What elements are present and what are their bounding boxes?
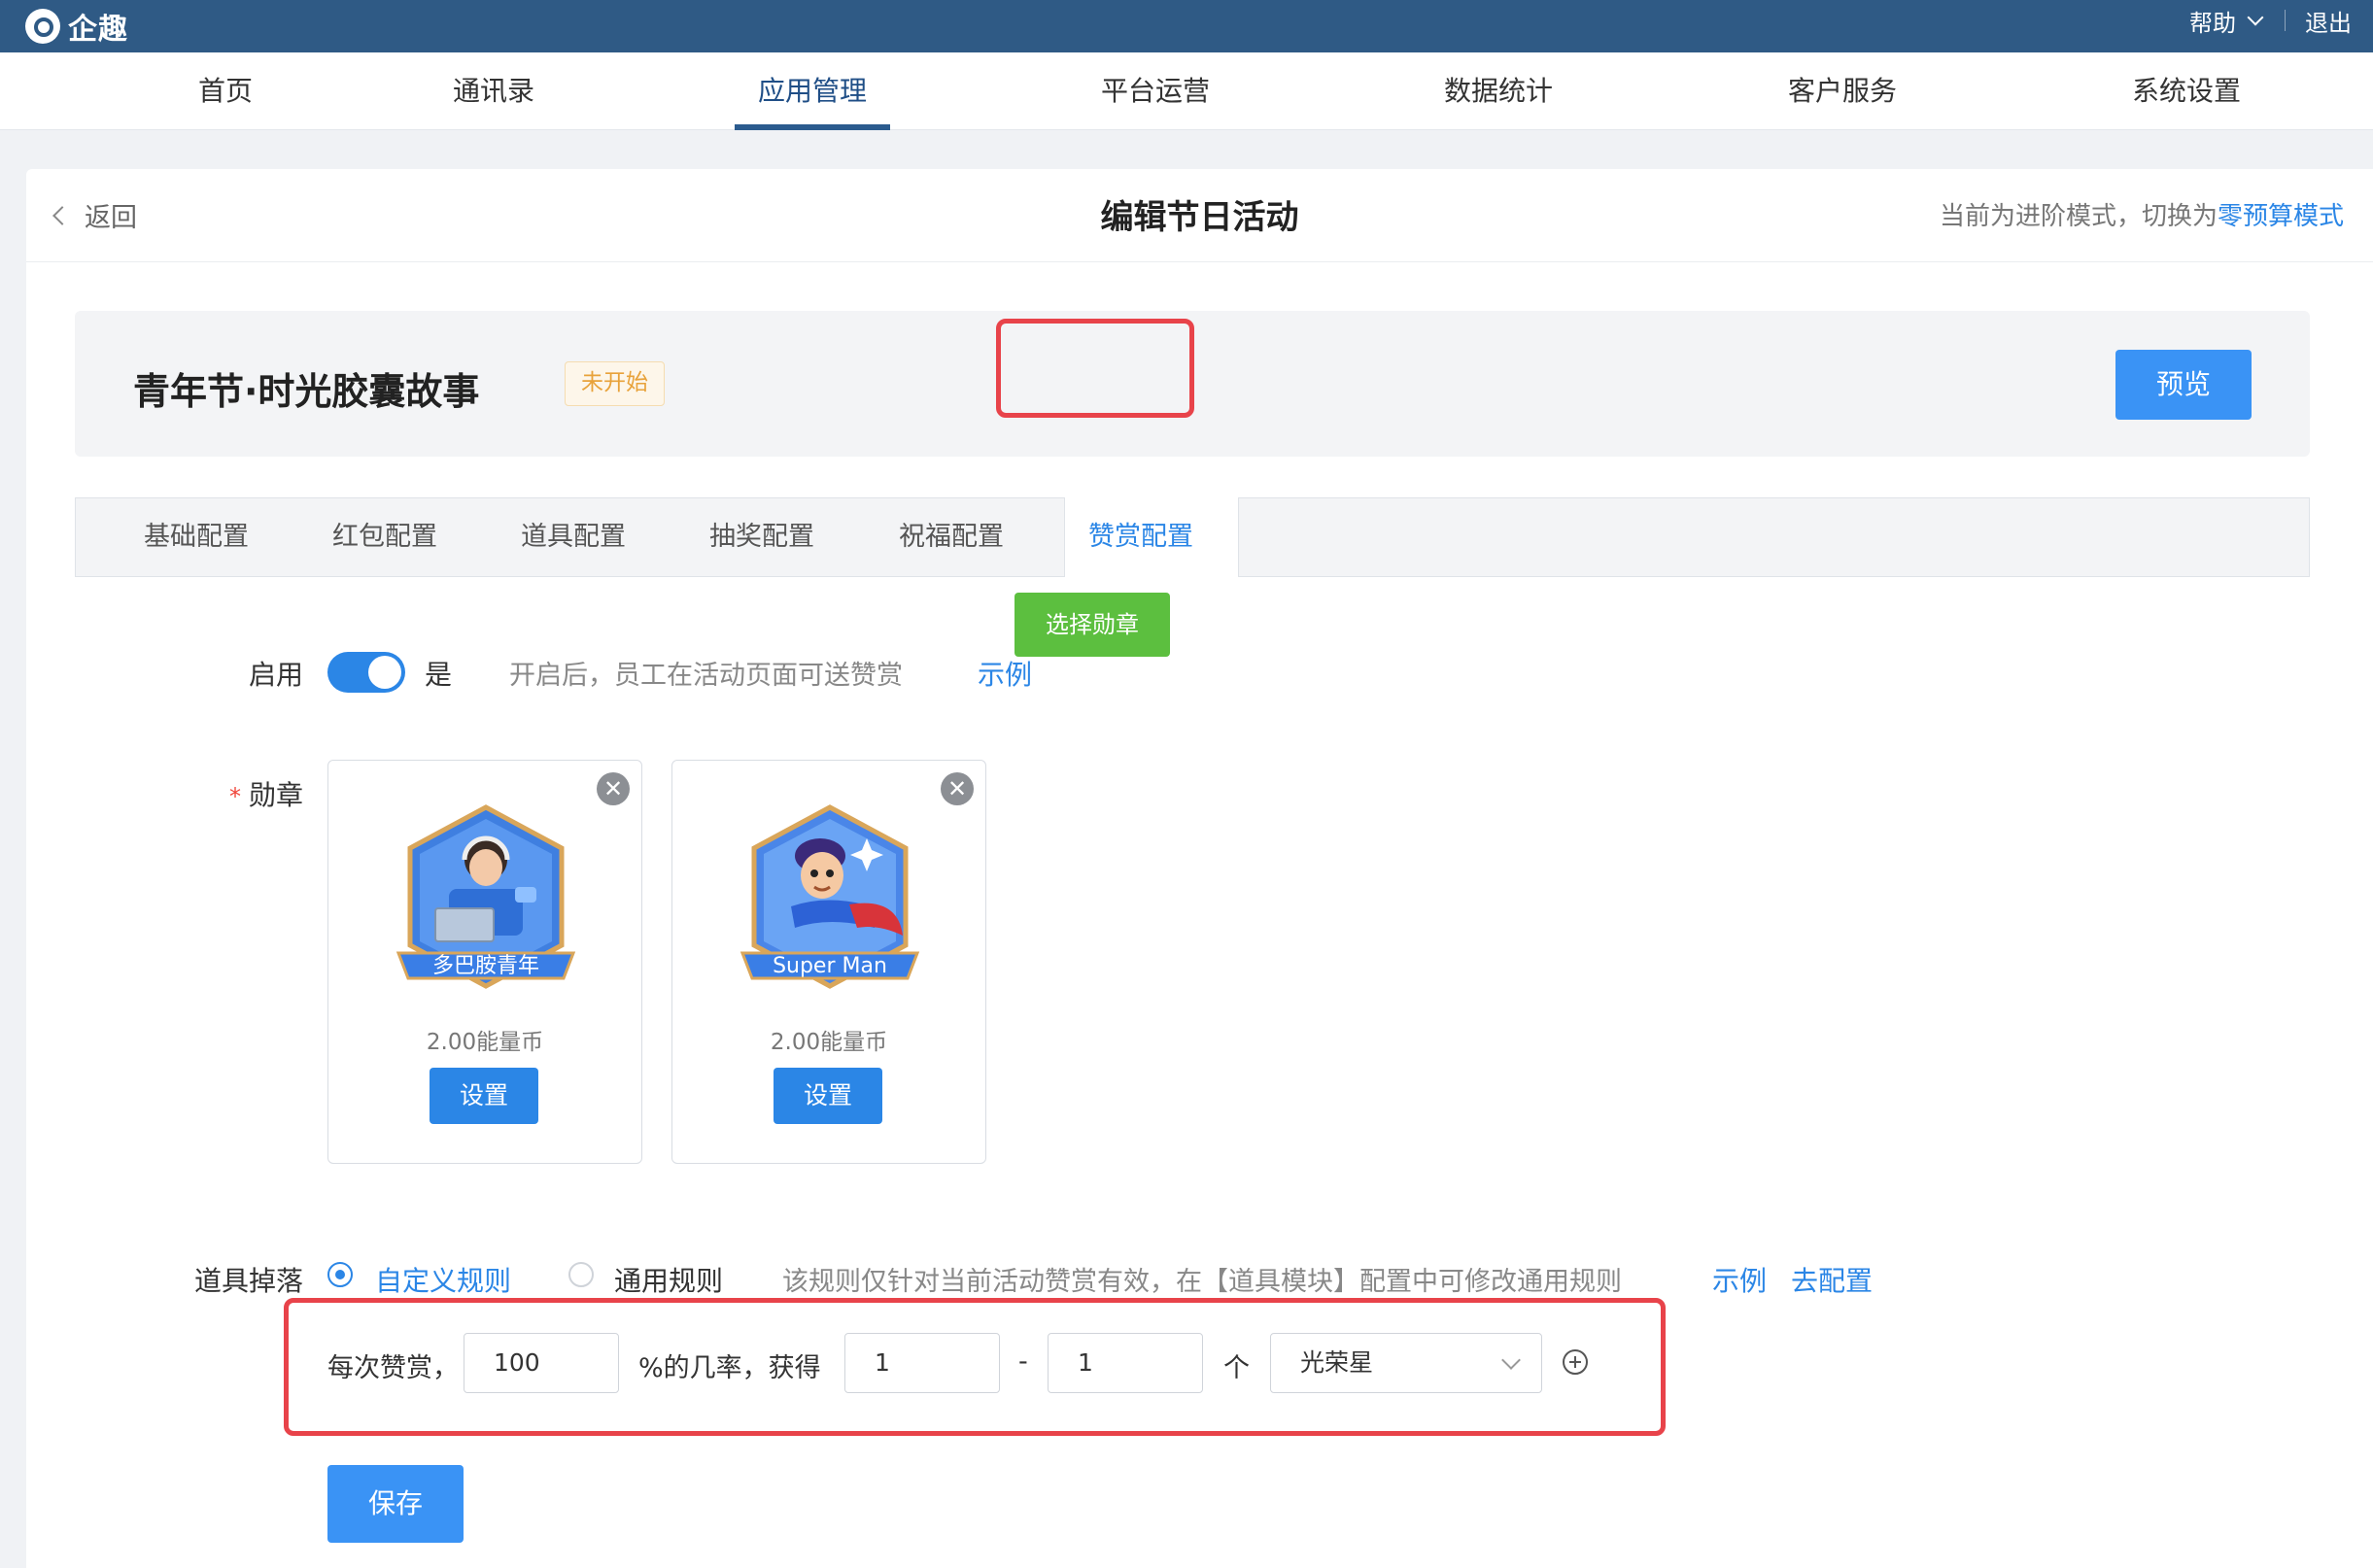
enable-hint: 开启后，员工在活动页面可送赞赏 [509, 661, 903, 691]
drop-example-link[interactable]: 示例 [1712, 1260, 1767, 1299]
tab-red-packet-config[interactable]: 红包配置 [332, 498, 437, 576]
preview-button[interactable]: 预览 [2115, 350, 2252, 420]
medal-settings-button[interactable]: 设置 [430, 1068, 538, 1124]
nav-item-settings[interactable]: 系统设置 [2132, 52, 2241, 130]
mode-text: 当前为进阶模式，切换为 [1939, 202, 2218, 231]
mode-switch: 当前为进阶模式，切换为零预算模式 [1940, 196, 2344, 232]
medal-settings-button[interactable]: 设置 [774, 1068, 882, 1124]
tab-lottery-config[interactable]: 抽奖配置 [709, 498, 814, 576]
medal-label: * 勋章 [229, 774, 303, 813]
tab-blessing-config[interactable]: 祝福配置 [899, 498, 1004, 576]
close-icon[interactable]: ✕ [597, 772, 630, 805]
highlight-frame-tab [996, 319, 1194, 418]
app-name: 企趣 [68, 13, 128, 47]
logout-link[interactable]: 退出 [2305, 4, 2352, 38]
add-circle-icon[interactable] [1563, 1349, 1588, 1375]
help-label: 帮助 [2189, 9, 2236, 37]
nav-item-home[interactable]: 首页 [198, 52, 253, 130]
tab-props-config[interactable]: 道具配置 [521, 498, 626, 576]
app-logo[interactable]: 企趣 [25, 6, 128, 47]
min-quantity-input[interactable]: 1 [844, 1333, 1000, 1393]
save-button[interactable]: 保存 [327, 1465, 464, 1543]
common-rule-radio[interactable] [568, 1262, 594, 1287]
nav-item-apps[interactable]: 应用管理 [758, 52, 867, 130]
medal-card: ✕ 多巴胺青年 2.00能量币 设置 [327, 760, 642, 1164]
help-menu[interactable]: 帮助 [2189, 4, 2264, 38]
nav-item-operations[interactable]: 平台运营 [1101, 52, 1210, 130]
medal-name: 多巴胺青年 [432, 954, 539, 978]
item-select[interactable]: 光荣星 [1270, 1333, 1542, 1393]
close-icon[interactable]: ✕ [941, 772, 974, 805]
tab-reward-config[interactable]: 赞赏配置 [1088, 498, 1193, 576]
nav-item-statistics[interactable]: 数据统计 [1444, 52, 1553, 130]
max-quantity-input[interactable]: 1 [1048, 1333, 1203, 1393]
chevron-down-icon [2247, 9, 2264, 26]
medal-price: 2.00能量币 [770, 1030, 888, 1055]
chevron-down-icon [1501, 1350, 1521, 1370]
nav-active-indicator [735, 124, 890, 130]
medal-image-dopamine: 多巴胺青年 [396, 804, 576, 989]
tab-basic-config[interactable]: 基础配置 [144, 498, 249, 576]
probability-input[interactable]: 100 [464, 1333, 619, 1393]
card-header: 返回 编辑节日活动 当前为进阶模式，切换为零预算模式 [26, 169, 2373, 262]
medal-price: 2.00能量币 [426, 1030, 544, 1055]
unit-text: 个 [1223, 1353, 1250, 1383]
drop-hint: 该规则仅针对当前活动赞赏有效，在【道具模块】配置中可修改通用规则 [782, 1267, 1622, 1297]
select-medal-button[interactable]: 选择勋章 [1015, 593, 1170, 657]
medal-image-superman: Super Man [739, 804, 920, 989]
activity-name: 青年节·时光胶囊故事 [133, 370, 480, 413]
item-select-value: 光荣星 [1300, 1348, 1374, 1377]
enable-state: 是 [425, 659, 453, 691]
logo-icon [25, 9, 60, 44]
drop-label: 道具掉落 [194, 1265, 304, 1297]
go-configure-link[interactable]: 去配置 [1791, 1260, 1873, 1299]
enable-example-link[interactable]: 示例 [978, 654, 1032, 693]
rule-prefix: 每次赞赏， [327, 1353, 459, 1383]
divider [2285, 10, 2286, 31]
required-mark: * [229, 783, 241, 810]
nav-item-contacts[interactable]: 通讯录 [453, 52, 534, 130]
enable-label: 启用 [249, 659, 304, 691]
custom-rule-radio[interactable] [327, 1262, 353, 1287]
main-nav: 首页 通讯录 应用管理 平台运营 数据统计 客户服务 系统设置 [0, 52, 2373, 130]
medal-label-text: 勋章 [249, 779, 304, 811]
rule-mid-text: %的几率，获得 [638, 1353, 821, 1383]
medal-card: ✕ Super Man 2.00能量币 设置 [671, 760, 986, 1164]
range-dash: - [1018, 1346, 1028, 1377]
custom-rule-label[interactable]: 自定义规则 [375, 1260, 511, 1299]
status-badge: 未开始 [565, 361, 665, 406]
zero-budget-mode-link[interactable]: 零预算模式 [2218, 202, 2344, 231]
medal-name: Super Man [773, 954, 887, 978]
nav-item-customer-service[interactable]: 客户服务 [1788, 52, 1897, 130]
common-rule-label[interactable]: 通用规则 [614, 1260, 723, 1299]
enable-toggle[interactable] [327, 652, 405, 693]
top-bar: 企趣 帮助 退出 [0, 0, 2373, 52]
config-tabs: 基础配置 红包配置 道具配置 抽奖配置 祝福配置 赞赏配置 [75, 497, 2310, 577]
